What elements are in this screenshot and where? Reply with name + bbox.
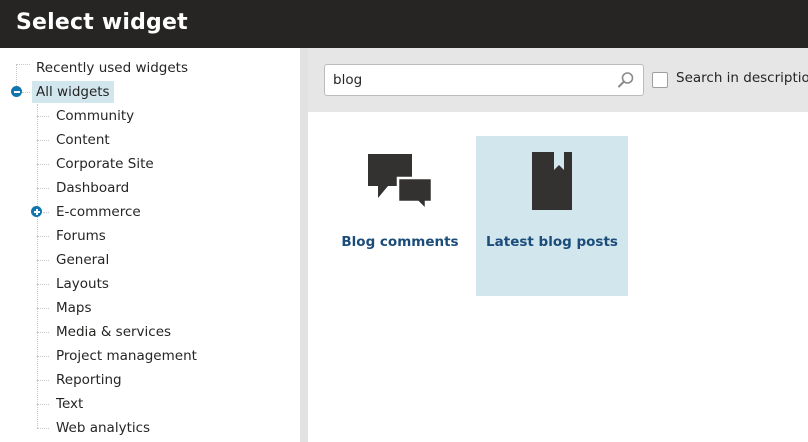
tree-connector [37, 356, 49, 357]
widget-tile-blog-comments[interactable]: Blog comments [324, 136, 476, 296]
comments-icon [368, 154, 434, 212]
widget-list: Blog comments Latest blog posts [308, 112, 808, 442]
dialog-header: Select widget [0, 0, 808, 48]
tree-item-project-management[interactable]: Project management [52, 345, 201, 367]
tree-item-web-analytics[interactable]: Web analytics [52, 417, 154, 439]
tree-connector [37, 164, 49, 165]
tree-connector [37, 188, 49, 189]
tree-item-reporting[interactable]: Reporting [52, 369, 126, 391]
search-in-description-label: Search in description [676, 70, 808, 86]
tree-item-maps[interactable]: Maps [52, 297, 96, 319]
tree-item-text[interactable]: Text [52, 393, 87, 415]
category-tree: Recently used widgets All widgets Commun… [0, 48, 300, 442]
tree-item-content[interactable]: Content [52, 129, 114, 151]
tree-connector [37, 404, 49, 405]
tree-item-dashboard[interactable]: Dashboard [52, 177, 133, 199]
panel-splitter[interactable] [300, 48, 308, 442]
tree-connector [37, 260, 49, 261]
tree-item-layouts[interactable]: Layouts [52, 273, 113, 295]
tree-item-general[interactable]: General [52, 249, 113, 271]
tree-item-corporate-site[interactable]: Corporate Site [52, 153, 158, 175]
tree-connector [22, 92, 30, 93]
tree-item-all-widgets[interactable]: All widgets [32, 81, 114, 103]
tree-connector [37, 380, 49, 381]
search-in-description-checkbox[interactable] [652, 72, 668, 88]
tree-connector [37, 236, 49, 237]
tree-connector [37, 116, 49, 117]
search-toolbar: Search in description [308, 48, 808, 112]
tree-connector [37, 308, 49, 309]
search-input[interactable] [333, 65, 603, 95]
dialog-title: Select widget [16, 10, 188, 35]
search-box [324, 64, 644, 96]
tree-connector [37, 284, 49, 285]
widget-label: Blog comments [341, 234, 459, 250]
tree-connector [37, 332, 49, 333]
widget-label: Latest blog posts [486, 234, 618, 250]
tree-connector [43, 212, 49, 213]
tree-item-community[interactable]: Community [52, 105, 138, 127]
tree-connector [37, 140, 49, 141]
collapse-toggle-icon[interactable] [11, 86, 22, 97]
tree-item-recently-used[interactable]: Recently used widgets [32, 57, 192, 79]
tree-connector [37, 428, 49, 429]
bookmark-icon [532, 152, 572, 210]
tree-connector [16, 64, 30, 65]
tree-item-e-commerce[interactable]: E-commerce [52, 201, 145, 223]
tree-item-media-services[interactable]: Media & services [52, 321, 175, 343]
search-icon[interactable] [617, 71, 635, 89]
tree-item-forums[interactable]: Forums [52, 225, 110, 247]
widget-tile-latest-blog-posts[interactable]: Latest blog posts [476, 136, 628, 296]
expand-toggle-icon[interactable] [31, 206, 42, 217]
